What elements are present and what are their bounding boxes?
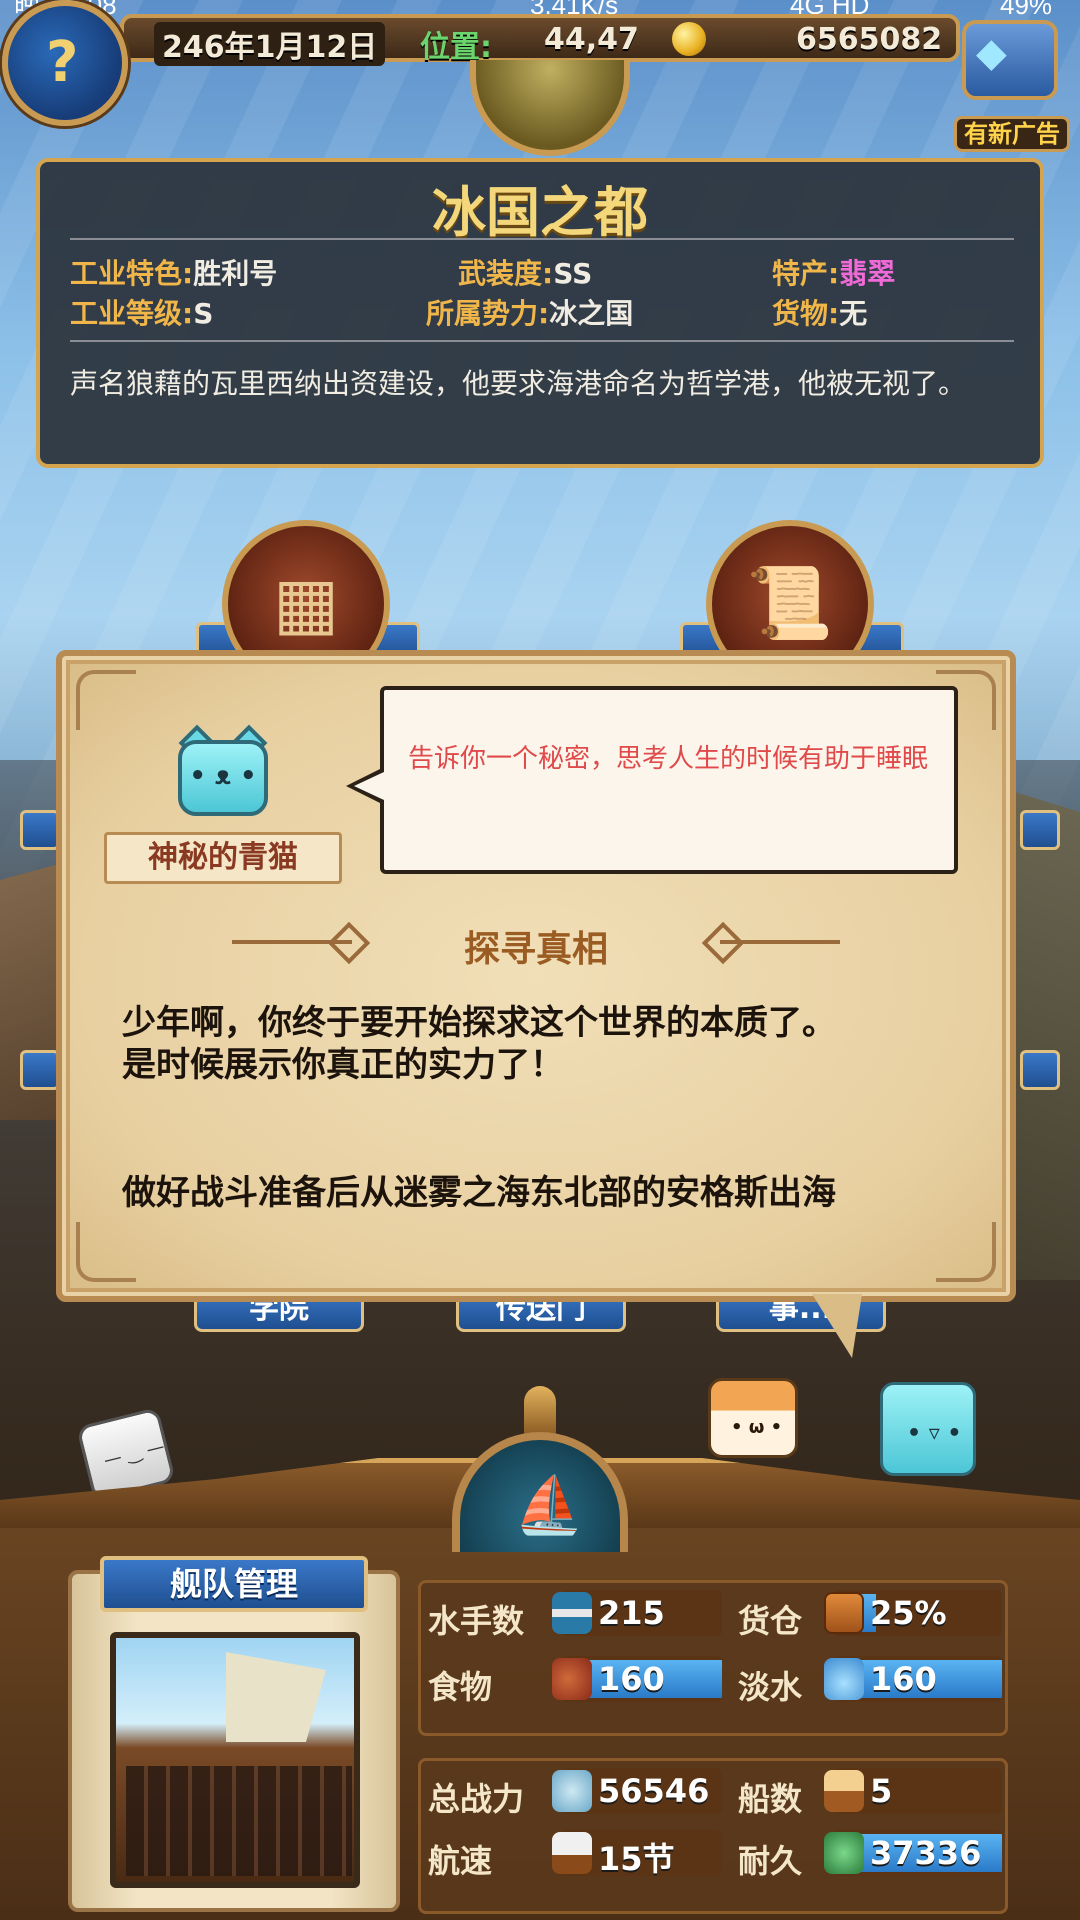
gold-coin-icon [672,22,706,56]
scroll-icon: 📜 [746,562,834,644]
crossed-swords-icon [552,1770,592,1812]
stat-cargo: 货仓 25% [738,1590,1002,1640]
stat-water: 淡水 160 [738,1656,1002,1706]
ship-cutaway-image[interactable] [110,1632,360,1888]
position-value: 44,47 [544,22,639,57]
meat-icon [552,1658,592,1700]
stat-speed: 航速 15节 [428,1830,722,1880]
city-field-industry-level: 工业等级:S [70,297,214,330]
city-field-cargo: 货物:无 [772,297,868,330]
speech-text: 告诉你一个秘密，思考人生的时候有助于睡眠 [408,744,929,774]
city-description: 声名狼藉的瓦里西纳出资建设，他要求海港命名为哲学港，他被无视了。 [70,367,967,400]
side-ribbon-left [20,810,60,850]
ad-chest-label: 有新广告 [954,116,1070,152]
game-date: 246年1月12日 [154,22,386,66]
pier-icon: ▦ [272,562,340,644]
repair-icon [824,1832,864,1874]
arch-knob [524,1386,556,1436]
story-dialog[interactable]: • ᴥ • 神秘的青猫 告诉你一个秘密，思考人生的时候有助于睡眠 探寻真相 少年… [56,650,1016,1302]
side-ribbon-right [1020,810,1060,850]
sailboat-icon [552,1832,592,1874]
fleet-management-button[interactable]: 舰队管理 [100,1556,368,1612]
speaker-name: 神秘的青猫 [104,832,342,884]
gems-icon: ◆ [976,30,1007,76]
ship-icon [824,1770,864,1812]
corner-ornament [76,670,136,730]
blue-cat-character: • ▿ • [880,1382,976,1476]
city-info-panel: 冰国之都 工业特色:胜利号 武装度:SS 特产:翡翠 工业等级:S 所属势力:冰… [36,158,1044,468]
blue-cat-avatar: • ᴥ • [178,724,268,816]
dialog-body: 少年啊，你终于要开始探求这个世界的本质了。 是时候展示你真正的实力了！ 做好战斗… [122,1002,982,1214]
stat-food: 食物 160 [428,1656,722,1706]
title-flourish [720,940,840,944]
ad-chest-button[interactable]: ◆ 有新广告 [950,0,1074,152]
crate-icon [824,1592,864,1634]
divider [70,340,1014,342]
city-field-industry: 工业特色:胜利号 [70,257,278,290]
dialog-pointer [812,1294,862,1358]
dialog-title: 探寻真相 [463,929,608,970]
quest-book-button[interactable]: ? [2,0,128,126]
side-ribbon-right-2 [1020,1050,1060,1090]
city-field-armament: 武装度:SS [458,257,593,290]
speech-bubble: 告诉你一个秘密，思考人生的时候有助于睡眠 [380,686,958,874]
dialog-line: 是时候展示你真正的实力了！ [122,1045,564,1085]
water-jug-icon [824,1658,864,1700]
city-field-faction: 所属势力:冰之国 [426,297,634,330]
stat-durability: 耐久 37336 [738,1830,1002,1880]
sailor-icon [552,1592,592,1634]
question-book-icon: ? [46,30,79,95]
stat-sailors: 水手数 215 [428,1590,722,1640]
corner-ornament [76,1222,136,1282]
top-info-bar: 246年1月12日 位置: 44,47 6565082 [120,14,960,66]
dialog-line: 做好战斗准备后从迷雾之海东北部的安格斯出海 [122,1173,836,1213]
side-ribbon-left-2 [20,1050,60,1090]
divider [70,238,1014,240]
city-field-specialty: 特产:翡翠 [772,257,896,290]
corner-ornament [936,1222,996,1282]
stat-power: 总战力 56546 [428,1768,722,1818]
shiba-dog-character: • ω • [708,1378,798,1458]
stat-ships: 船数 5 [738,1768,1002,1818]
rowboat-icon: ⛵ [514,1473,584,1538]
city-name: 冰国之都 [432,181,648,244]
gold-amount: 6565082 [796,22,943,57]
dialog-line: 少年啊，你终于要开始探求这个世界的本质了。 [122,1003,836,1043]
